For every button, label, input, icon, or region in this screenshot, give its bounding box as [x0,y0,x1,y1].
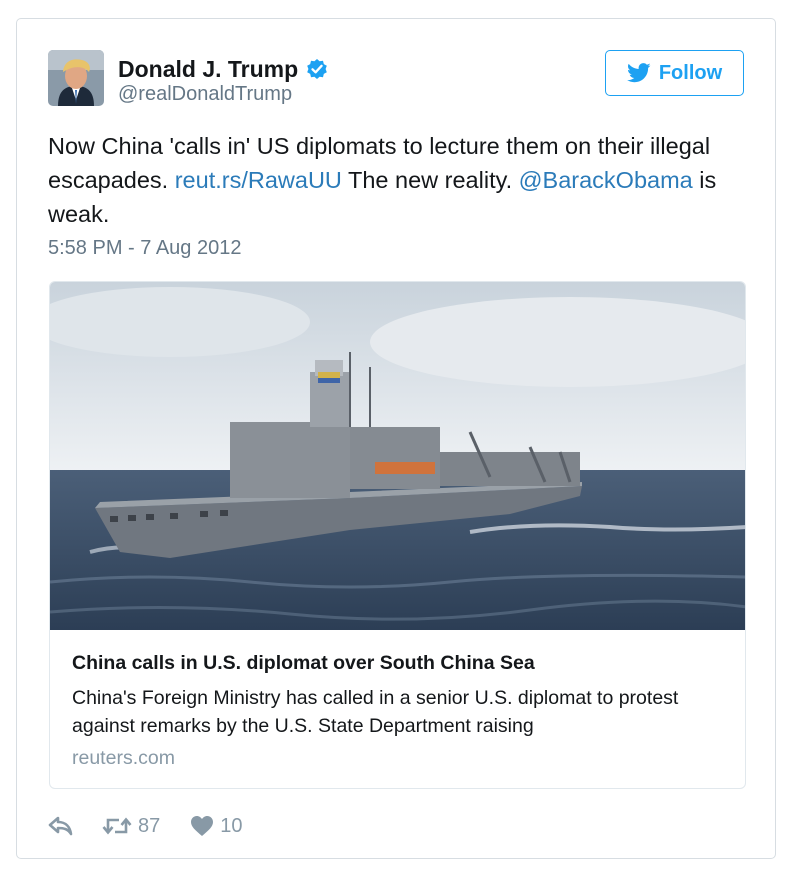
tweet-timestamp[interactable]: 5:58 PM - 7 Aug 2012 [48,237,241,260]
author-handle[interactable]: @realDonaldTrump [118,83,292,106]
follow-label: Follow [658,61,723,84]
like-button[interactable]: 10 [190,814,243,838]
card-description: China's Foreign Ministry has called in a… [72,687,679,736]
card-domain: reuters.com [72,747,175,769]
verified-badge-icon [305,57,329,81]
ship-photo [50,282,745,630]
heart-icon [191,816,214,836]
reply-button[interactable] [48,815,74,837]
avatar[interactable] [48,50,104,106]
card-title: China calls in U.S. diplomat over South … [72,652,535,674]
like-count: 10 [220,814,243,837]
tweet-card: Donald J. Trump @realDonaldTrump Follow … [16,18,776,859]
author-name[interactable]: Donald J. Trump [118,56,298,83]
follow-button[interactable]: Follow [605,50,744,96]
tweet-text-part-2: The new reality. [341,167,519,193]
author-name-row: Donald J. Trump [118,55,329,83]
link-preview-card[interactable]: China calls in U.S. diplomat over South … [49,281,746,789]
retweet-button[interactable]: 87 [102,815,160,838]
twitter-bird-icon [626,63,651,83]
mention-link[interactable]: @BarackObama [519,167,693,193]
tweet-link[interactable]: reut.rs/RawaUU [175,167,342,193]
tweet-text: Now China 'calls in' US diplomats to lec… [48,129,748,231]
reply-icon [48,816,73,836]
retweet-icon [102,817,132,835]
retweet-count: 87 [138,814,161,837]
tweet-actions: 87 10 [48,811,243,841]
